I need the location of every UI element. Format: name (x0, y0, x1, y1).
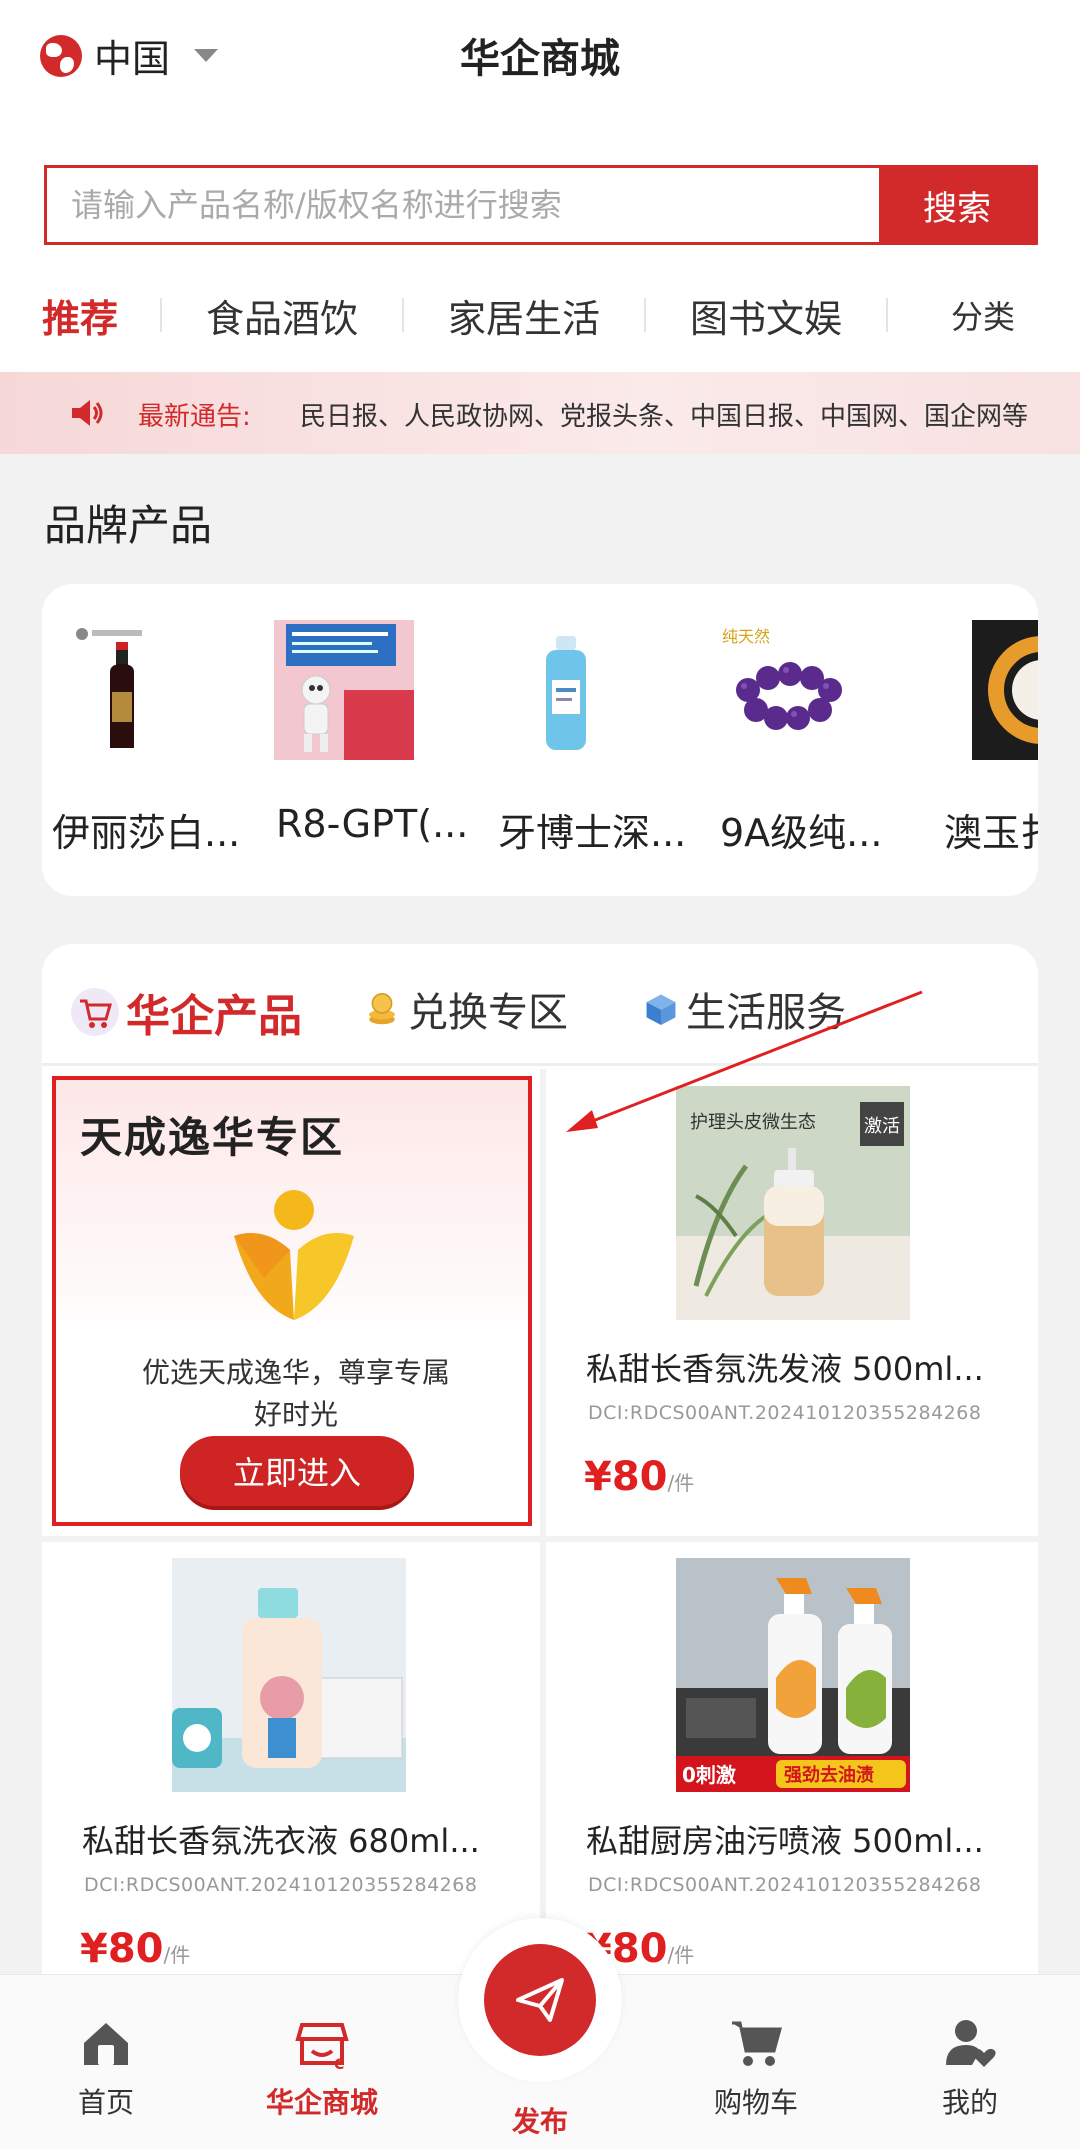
price-value: ¥80 (80, 1926, 164, 1972)
home-icon (84, 2023, 128, 2065)
tab-huaqi-products[interactable]: 华企产品 (70, 980, 302, 1044)
product-card[interactable]: 私甜长香氛洗衣液 680ml... DCI:RDCS00ANT.20241012… (42, 1548, 540, 1974)
wine-bottle-image (76, 628, 142, 748)
jade-bracelet-image (972, 620, 1038, 760)
tab-books-entertainment[interactable]: 图书文娱 (646, 288, 886, 343)
price-value: ¥80 (584, 1454, 668, 1500)
product-name: 私甜厨房油污喷液 500ml... (586, 1822, 984, 1860)
product-card[interactable]: 0刺激 强劲去油渍 私甜厨房油污喷液 500ml... DCI:RDCS00AN… (546, 1548, 1038, 1974)
nav-mine[interactable]: 我的 (890, 2015, 1050, 2121)
product-card[interactable]: 护理头皮微生态 激活 私甜长香氛洗发液 500ml... DCI:RDCS00A… (546, 1076, 1038, 1536)
promo-card[interactable]: 天成逸华专区 优选天成逸华，尊享专属 好时光 立即进入 (52, 1076, 532, 1526)
header: 中国 华企商城 搜索 推荐 食品酒饮 家居生活 图书文娱 分类 (0, 0, 1080, 372)
search-bar: 搜索 (44, 165, 1038, 245)
nav-mall[interactable]: C 华企商城 (242, 2015, 402, 2121)
promo-description: 优选天成逸华，尊享专属 好时光 (96, 1352, 496, 1436)
promo-title: 天成逸华专区 (80, 1113, 345, 1162)
product-price: ¥80/件 (80, 1926, 190, 1972)
brand-item-name: 伊丽莎白... (52, 811, 241, 855)
shampoo-image: 护理头皮微生态 激活 (676, 1086, 910, 1320)
user-heart-icon (946, 2020, 996, 2067)
robot-image (274, 620, 414, 760)
promo-desc-line: 优选天成逸华，尊享专属 (141, 1356, 450, 1389)
price-unit: /件 (163, 1943, 191, 1967)
price-unit: /件 (667, 1943, 695, 1967)
product-name: 私甜长香氛洗衣液 680ml... (82, 1822, 480, 1860)
brand-carousel: 伊丽莎白... R8-GPT(... 牙博士深... 纯天然 9A级纯... 澳… (42, 584, 1038, 896)
brand-item-name: 9A级纯... (720, 811, 883, 855)
amethyst-bracelet-image: 纯天然 (718, 620, 858, 760)
product-section: 华企产品 兑换专区 生活服务 天成逸华专区 优选天成逸华，尊享专属 好时光 立即… (42, 944, 1038, 1974)
brand-item[interactable] (496, 620, 706, 764)
nav-label: 华企商城 (265, 2086, 378, 2119)
brand-section-title: 品牌产品 (44, 501, 213, 550)
cart-icon (732, 2021, 782, 2066)
tab-home-living[interactable]: 家居生活 (404, 288, 644, 343)
tab-exchange-zone[interactable]: 兑换专区 (362, 980, 568, 1038)
brand-item-name: 牙博士深... (498, 811, 687, 855)
store-icon: C (295, 2023, 349, 2073)
product-dci: DCI:RDCS00ANT.202410120355284268 (84, 1874, 478, 1896)
activate-badge: 激活 (864, 1116, 900, 1137)
kitchen-spray-image: 0刺激 强劲去油渍 (676, 1558, 910, 1792)
degrease-badge: 强劲去油渍 (784, 1764, 874, 1786)
nav-label: 购物车 (713, 2086, 798, 2119)
brand-item[interactable]: 纯天然 (718, 620, 928, 764)
promo-desc-line: 好时光 (253, 1398, 338, 1431)
brand-item[interactable] (942, 620, 1038, 764)
tab-label: 生活服务 (686, 990, 846, 1036)
publish-label: 发布 (511, 2105, 568, 2138)
nav-cart[interactable]: 购物车 (676, 2015, 836, 2121)
notice-text: 民日报、人民政协网、党报头条、中国日报、中国网、国企网等 (300, 402, 1029, 432)
enter-now-button[interactable]: 立即进入 (180, 1436, 414, 1506)
mouthwash-bottle-image (546, 636, 586, 750)
no-irritation-badge: 0刺激 (682, 1763, 736, 1787)
shampoo-label: 护理头皮微生态 (690, 1112, 816, 1133)
publish-button[interactable] (484, 1944, 596, 2056)
nav-label: 我的 (941, 2086, 998, 2119)
price-unit: /件 (667, 1471, 695, 1495)
tab-categories[interactable]: 分类 (888, 292, 1078, 338)
paper-plane-icon (516, 1978, 564, 2022)
brand-item-name: R8-GPT(... (276, 802, 469, 846)
search-input[interactable] (47, 168, 879, 242)
speaker-icon (72, 400, 103, 426)
shopping-cart-icon (71, 988, 119, 1036)
divider (42, 1536, 1038, 1542)
search-button[interactable]: 搜索 (879, 168, 1035, 242)
tab-food-drinks[interactable]: 食品酒饮 (162, 288, 402, 343)
tab-recommend[interactable]: 推荐 (0, 288, 160, 343)
brand-item[interactable] (52, 620, 262, 764)
page-title: 华企商城 (460, 36, 620, 82)
coin-stack-icon (369, 993, 395, 1025)
brand-item-name: 澳玉扌 (944, 811, 1038, 855)
tab-label: 华企产品 (126, 991, 302, 1042)
notice-label: 最新通告: (138, 402, 251, 432)
bracelet-label: 纯天然 (722, 627, 770, 646)
tab-life-services[interactable]: 生活服务 (642, 980, 846, 1038)
cube-icon (646, 994, 676, 1025)
product-name: 私甜长香氛洗发液 500ml... (586, 1350, 984, 1388)
nav-home[interactable]: 首页 (26, 2015, 186, 2121)
brand-item[interactable] (274, 620, 484, 764)
product-price: ¥80/件 (584, 1454, 694, 1500)
product-dci: DCI:RDCS00ANT.20241012035528426​8 (588, 1402, 982, 1424)
tiancheng-logo-icon (234, 1190, 354, 1320)
svg-text:C: C (334, 2057, 344, 2071)
product-tabs: 华企产品 兑换专区 生活服务 (42, 944, 1038, 1066)
nav-label: 首页 (77, 2086, 134, 2119)
tab-label: 兑换专区 (408, 990, 568, 1036)
laundry-detergent-image (172, 1558, 406, 1792)
notice-bar[interactable]: 最新通告: 民日报、人民政协网、党报头条、中国日报、中国网、国企网等 (0, 372, 1080, 454)
category-tabs: 推荐 食品酒饮 家居生活 图书文娱 分类 (0, 280, 1080, 350)
product-dci: DCI:RDCS00ANT.202410120355284268 (588, 1874, 982, 1896)
